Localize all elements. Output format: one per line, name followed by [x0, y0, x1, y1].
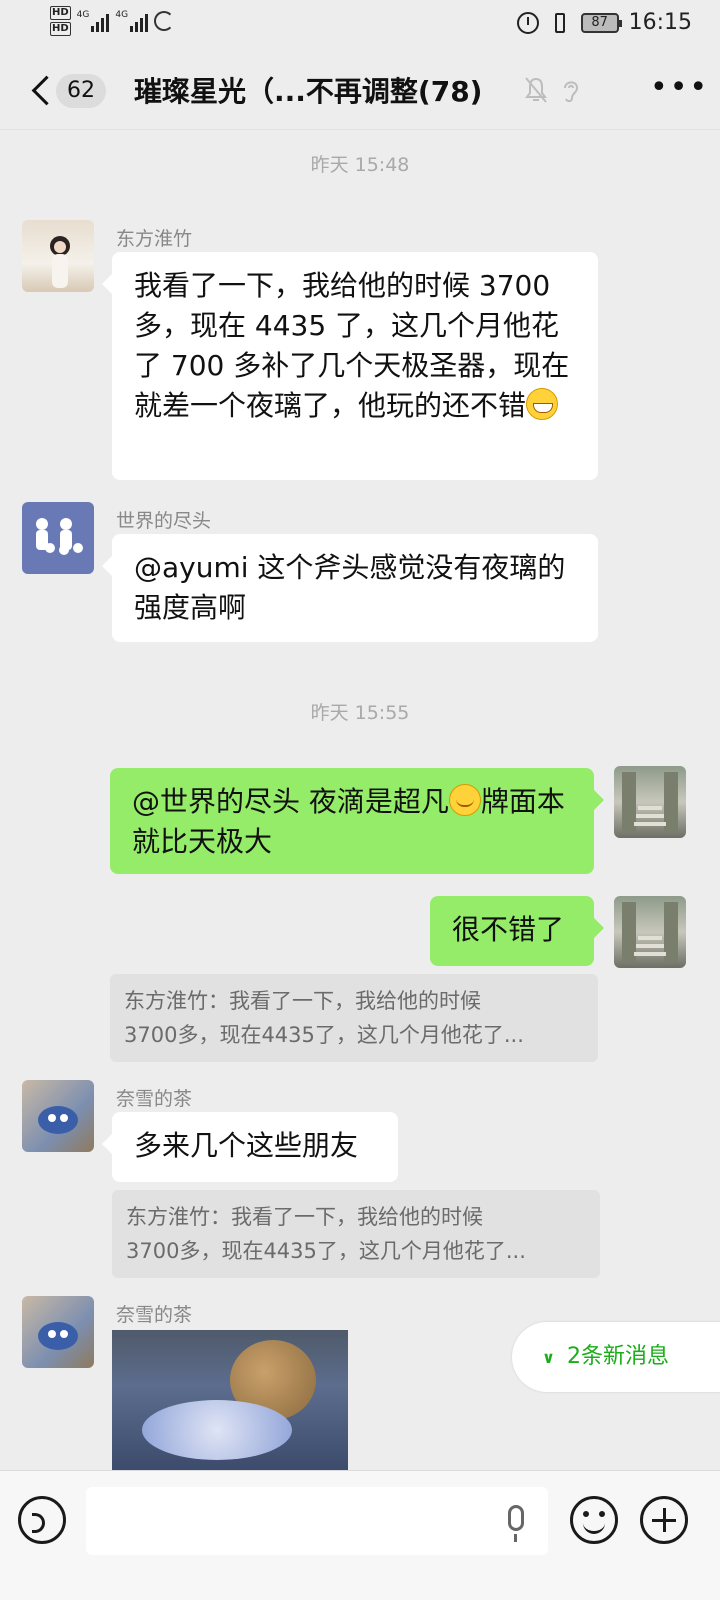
voice-mode-icon[interactable] [18, 1496, 66, 1544]
avatar-image [38, 1322, 78, 1350]
emoji-icon[interactable] [570, 1496, 618, 1544]
quote-line: 东方淮竹：我看了一下，我给他的时候 [126, 1205, 483, 1229]
quote-line: 3700多，现在4435了，这几个月他花了... [124, 1023, 524, 1047]
hd-indicator: HD HD [50, 6, 71, 36]
message-text: @ayumi 这个斧头感觉没有夜璃的强度高啊 [134, 551, 566, 624]
avatar[interactable] [22, 502, 94, 574]
quoted-message[interactable]: 东方淮竹：我看了一下，我给他的时候 3700多，现在4435了，这几个月他花了.… [112, 1190, 600, 1278]
unread-badge[interactable]: 62 [56, 74, 106, 108]
sender-name: 奈雪的茶 [116, 1088, 193, 1110]
vibrate-icon [549, 12, 571, 33]
hd-badge: HD [50, 6, 71, 20]
avatar-image [38, 1106, 78, 1134]
chat-title[interactable]: 璀璨星光（...不再调整(78) [134, 70, 482, 110]
status-bar: HD HD 4G 4G 87 16:15 [0, 0, 720, 50]
quote-line: 3700多，现在4435了，这几个月他花了... [126, 1239, 526, 1263]
loading-icon [154, 11, 175, 31]
my-avatar[interactable] [614, 766, 686, 838]
grin-emoji-icon [526, 388, 559, 420]
avatar-image [50, 236, 70, 288]
avatar[interactable] [22, 1296, 94, 1368]
signal-icon: 4G [77, 10, 110, 32]
signal-icon: 4G [115, 10, 149, 32]
avatar[interactable] [22, 1080, 94, 1152]
smug-emoji-icon [448, 784, 481, 816]
status-right: 87 16:15 [516, 10, 692, 35]
new-messages-button[interactable]: ∨ 2条新消息 [512, 1322, 720, 1392]
chat-header: 62 璀璨星光（...不再调整(78) ••• [0, 50, 720, 130]
timestamp: 昨天 15:55 [310, 702, 410, 724]
message-text: 我看了一下，我给他的时候 3700 多，现在 4435 了，这几个月他花了 70… [134, 269, 570, 422]
message-bubble[interactable]: 多来几个这些朋友 [102, 1112, 398, 1182]
clock: 16:15 [628, 10, 692, 35]
avatar-image [622, 772, 678, 832]
sender-name: 世界的尽头 [116, 510, 212, 532]
more-icon[interactable]: ••• [650, 73, 709, 103]
mic-icon[interactable] [508, 1505, 524, 1542]
plus-icon[interactable] [640, 1496, 688, 1544]
message-text: @世界的尽头 夜滴是超凡 [132, 785, 449, 818]
alarm-icon [516, 11, 539, 34]
status-left: HD HD 4G 4G [50, 6, 175, 36]
fish-image [142, 1400, 292, 1460]
battery-icon: 87 [580, 12, 622, 33]
avatar-image [36, 518, 83, 555]
sender-name: 东方淮竹 [116, 228, 193, 250]
message-bubble-self[interactable]: @世界的尽头 夜滴是超凡 牌面本就比天极大 [110, 768, 604, 874]
message-bubble[interactable]: @ayumi 这个斧头感觉没有夜璃的强度高啊 [102, 534, 598, 642]
quote-line: 东方淮竹：我看了一下，我给他的时候 [124, 989, 481, 1013]
chevron-down-icon: ∨ [542, 1348, 555, 1367]
new-messages-label: 2条新消息 [567, 1344, 669, 1369]
my-avatar[interactable] [614, 896, 686, 968]
input-bar [0, 1470, 720, 1600]
back-icon[interactable] [28, 72, 54, 108]
quoted-message[interactable]: 东方淮竹：我看了一下，我给他的时候 3700多，现在4435了，这几个月他花了.… [110, 974, 598, 1062]
ear-icon [564, 81, 579, 103]
mute-bell-icon [525, 77, 547, 103]
message-text: 多来几个这些朋友 [134, 1129, 359, 1162]
sender-name: 奈雪的茶 [116, 1304, 193, 1326]
avatar[interactable] [22, 220, 94, 292]
message-input[interactable] [86, 1487, 548, 1555]
message-text: 很不错了 [452, 913, 565, 946]
avatar-image [622, 902, 678, 962]
timestamp: 昨天 15:48 [310, 154, 410, 176]
image-message[interactable] [112, 1330, 348, 1470]
message-bubble[interactable]: 我看了一下，我给他的时候 3700 多，现在 4435 了，这几个月他花了 70… [102, 252, 598, 480]
message-bubble-self[interactable]: 很不错了 [430, 896, 604, 966]
hd-badge: HD [50, 22, 71, 36]
